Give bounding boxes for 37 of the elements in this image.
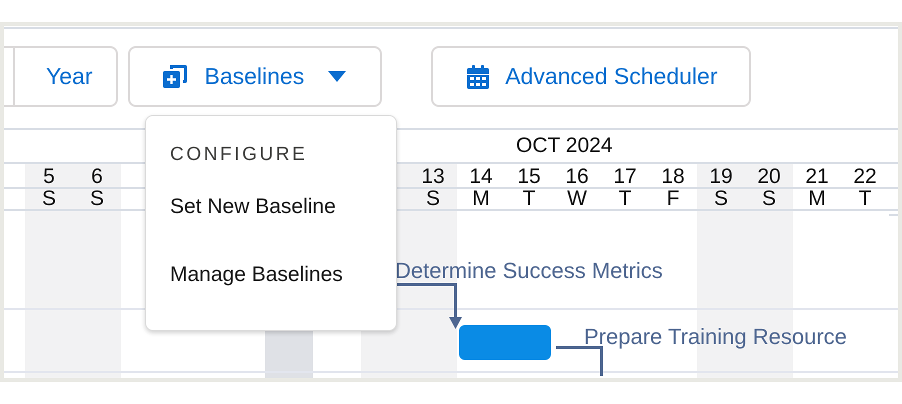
weekday-label: M [471,189,491,209]
menu-item[interactable]: Manage Baselines [170,263,343,287]
task-bar[interactable] [459,325,551,360]
dependency-arrow [395,283,461,331]
date-label: 6 [90,164,104,187]
weekday-label: S [424,189,441,209]
date-label: 5 [42,164,56,187]
caret-icon [328,71,346,82]
baselines-button[interactable]: Baselines [128,46,382,107]
date-label: 22 [852,164,878,187]
weekday-label: T [858,189,872,209]
weekday-label: W [566,189,588,209]
menu-heading: CONFIGURE [170,144,308,166]
date-label: 15 [516,164,542,187]
weekday-label: M [807,189,827,209]
month-label: OCT 2024 [516,134,612,158]
date-label: 13 [420,164,446,187]
weekday-label: F [666,189,680,209]
calendar-icon [467,64,490,88]
weekday-label: S [88,189,105,209]
date-label: 19 [708,164,734,187]
date-label: 14 [468,164,494,187]
baselines-icon [162,64,188,89]
date-label: 21 [804,164,830,187]
task-label: Determine Success Metrics [395,258,663,284]
task-label: Prepare Training Resource [584,324,847,350]
weekday-label: T [618,189,632,209]
date-label: 18 [660,164,686,187]
weekday-label: S [712,189,729,209]
weekday-label: T [522,189,536,209]
advanced-scheduler-button[interactable]: Advanced Scheduler [431,46,752,107]
menu-item[interactable]: Set New Baseline [170,195,336,219]
date-label: 17 [612,164,638,187]
date-label: 16 [564,164,590,187]
date-label: 20 [756,164,782,187]
weekday-label: S [760,189,777,209]
weekday-label: S [40,189,57,209]
